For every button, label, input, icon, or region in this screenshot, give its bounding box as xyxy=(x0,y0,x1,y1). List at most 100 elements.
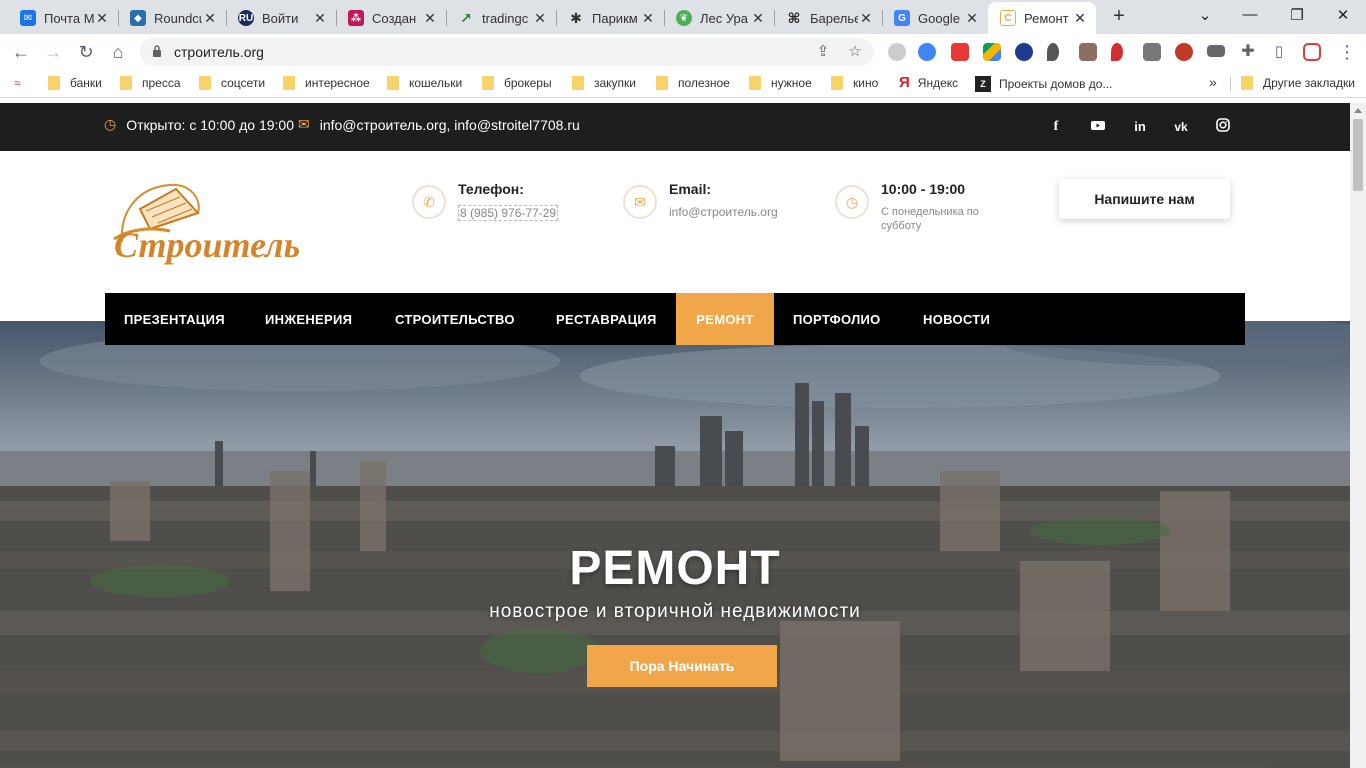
write-us-button[interactable]: Напишите нам xyxy=(1059,179,1230,219)
scrollbar-thumb[interactable] xyxy=(1353,119,1363,191)
address-bar[interactable]: строитель.org ⇪ ☆ xyxy=(140,38,874,66)
tab-forest[interactable]: ❦ Лес Ура ✕ xyxy=(664,2,774,34)
drive-icon[interactable] xyxy=(983,43,1001,61)
close-icon[interactable]: ✕ xyxy=(532,10,548,27)
email-address[interactable]: info@строитель.org xyxy=(669,205,778,219)
close-icon[interactable]: ✕ xyxy=(964,10,980,27)
bookmark-folder[interactable]: банки xyxy=(48,76,102,90)
tab-mail[interactable]: ✉ Почта М ✕ xyxy=(8,2,118,34)
restore-icon[interactable]: ❐ xyxy=(1285,6,1309,24)
close-icon[interactable]: ✕ xyxy=(422,10,438,27)
close-icon[interactable]: ✕ xyxy=(750,10,766,27)
sidepanel-icon[interactable]: ▯ xyxy=(1268,41,1290,63)
more-bookmarks-button[interactable]: » xyxy=(1209,74,1217,90)
bookmark-label: полезное xyxy=(678,76,730,90)
nav-item-repair[interactable]: РЕМОНТ xyxy=(676,293,774,345)
pin-icon[interactable] xyxy=(1047,43,1059,61)
bookmark-label: брокеры xyxy=(504,76,552,90)
tab-create[interactable]: ⁂ Создан ✕ xyxy=(336,2,446,34)
tab-strip: ✉ Почта М ✕ ◆ Roundcu ✕ RU Войти ✕ ⁂ Соз… xyxy=(0,0,1366,34)
back-icon[interactable]: ← xyxy=(10,41,32,63)
bookmark-folder[interactable]: брокеры xyxy=(482,76,552,90)
bookmark-folder[interactable]: интересное xyxy=(283,76,370,90)
bookmark-label: Проекты домов до... xyxy=(999,77,1113,91)
tab-trading[interactable]: ↗ tradingc ✕ xyxy=(446,2,556,34)
nav-item-restoration[interactable]: РЕСТАВРАЦИЯ xyxy=(556,293,657,345)
nav-item-presentation[interactable]: ПРЕЗЕНТАЦИЯ xyxy=(124,293,225,345)
close-icon[interactable]: ✕ xyxy=(858,10,874,27)
tab-barber[interactable]: ✱ Парикм ✕ xyxy=(556,2,664,34)
bookmark-folder[interactable]: кино xyxy=(831,76,878,90)
bookmark-folder[interactable]: закупки xyxy=(572,76,636,90)
scroll-up-icon[interactable] xyxy=(1354,108,1362,113)
hero-banner: РЕМОНТ новострое и вторичной недвижимост… xyxy=(0,321,1350,768)
linkedin-icon[interactable]: in xyxy=(1130,117,1150,137)
hat-icon[interactable] xyxy=(1207,45,1225,57)
facebook-icon[interactable]: f xyxy=(1046,117,1066,137)
tab-remont-active[interactable]: С Ремонт ✕ xyxy=(988,2,1096,34)
youtube-icon[interactable] xyxy=(1088,117,1108,137)
envelope-icon: ✉ xyxy=(298,116,310,132)
notes-icon[interactable] xyxy=(1079,43,1097,61)
bookmark-folder[interactable]: кошельки xyxy=(387,76,462,90)
vk-icon[interactable]: vk xyxy=(1171,117,1191,137)
instagram-icon[interactable] xyxy=(1213,117,1233,137)
emails-text[interactable]: info@строитель.org, info@stroitel7708.ru xyxy=(320,117,580,133)
nav-item-portfolio[interactable]: ПОРТФОЛИО xyxy=(793,293,881,345)
lock-icon xyxy=(153,45,161,57)
apps-icon[interactable]: ≈ xyxy=(14,76,21,90)
bookmark-projects[interactable]: Z Проекты домов до... xyxy=(975,76,1112,92)
menu-dots-icon[interactable]: ⋮ xyxy=(1336,41,1358,63)
nav-item-construction[interactable]: СТРОИТЕЛЬСТВО xyxy=(395,293,515,345)
close-icon[interactable]: ✕ xyxy=(1072,10,1088,27)
bookmark-folder[interactable]: полезное xyxy=(656,76,730,90)
map-pin-icon[interactable] xyxy=(1111,43,1123,61)
tab-login[interactable]: RU Войти ✕ xyxy=(226,2,336,34)
profile-icon[interactable] xyxy=(1303,43,1321,61)
bookmark-folder[interactable]: соцсети xyxy=(199,76,265,90)
tab-roundcube[interactable]: ◆ Roundcu ✕ xyxy=(118,2,226,34)
vpn-icon[interactable] xyxy=(1015,43,1033,61)
tab-title: Ремонт xyxy=(1024,10,1069,26)
email-info: ✉ info@строитель.org, info@stroitel7708.… xyxy=(298,116,580,133)
start-button[interactable]: Пора Начинать xyxy=(587,645,777,687)
bookmark-folder[interactable]: пресса xyxy=(120,76,181,90)
site-logo[interactable]: Строитель xyxy=(110,179,334,265)
close-icon[interactable]: ✕ xyxy=(94,10,110,27)
bookmark-star-icon[interactable]: ☆ xyxy=(846,43,864,61)
minimize-icon[interactable]: — xyxy=(1238,6,1262,23)
tab-title: Лес Ура xyxy=(700,10,749,26)
nav-item-engineering[interactable]: ИНЖЕНЕРИЯ xyxy=(265,293,352,345)
page-scrollbar[interactable] xyxy=(1350,103,1366,768)
tab-title: tradingc xyxy=(482,10,529,26)
tab-google[interactable]: G Google ✕ xyxy=(882,2,988,34)
forward-icon[interactable]: → xyxy=(42,41,64,63)
nav-item-news[interactable]: НОВОСТИ xyxy=(923,293,990,345)
new-tab-button[interactable]: + xyxy=(1108,6,1130,28)
bookmark-other[interactable]: Другие закладки xyxy=(1241,76,1355,90)
folder-icon xyxy=(1241,76,1253,90)
close-icon[interactable]: ✕ xyxy=(202,10,218,27)
home-icon[interactable]: ⌂ xyxy=(107,41,129,63)
close-icon[interactable]: ✕ xyxy=(312,10,328,27)
window-close-icon[interactable]: ✕ xyxy=(1331,6,1355,24)
puzzle-icon[interactable]: ✚ xyxy=(1237,41,1259,63)
phone-number[interactable]: 8 (985) 976-77-29 xyxy=(458,205,559,221)
tab-search-icon[interactable]: ⌄ xyxy=(1193,6,1217,24)
translate-icon[interactable] xyxy=(918,43,936,61)
cube-icon[interactable] xyxy=(1143,43,1161,61)
leaf-icon: ❦ xyxy=(676,10,692,26)
bookmark-yandex[interactable]: Я Яндекс xyxy=(899,74,958,91)
close-icon[interactable]: ✕ xyxy=(640,10,656,27)
extension-icon[interactable] xyxy=(888,43,906,61)
bookmark-folder[interactable]: нужное xyxy=(749,76,812,90)
share-icon[interactable]: ⇪ xyxy=(814,43,832,61)
spider-icon: ✱ xyxy=(570,9,582,26)
avatar-extension-icon[interactable] xyxy=(1175,43,1193,61)
reload-icon[interactable]: ↻ xyxy=(75,41,97,63)
bookmark-label: Другие закладки xyxy=(1263,76,1355,90)
opening-hours: ◷ Открыто: с 10:00 до 19:00 xyxy=(104,116,294,133)
office-icon[interactable] xyxy=(951,43,969,61)
tab-barelief[interactable]: ⌘ Барелье ✕ xyxy=(774,2,882,34)
hours-text: Открыто: с 10:00 до 19:00 xyxy=(126,116,295,133)
